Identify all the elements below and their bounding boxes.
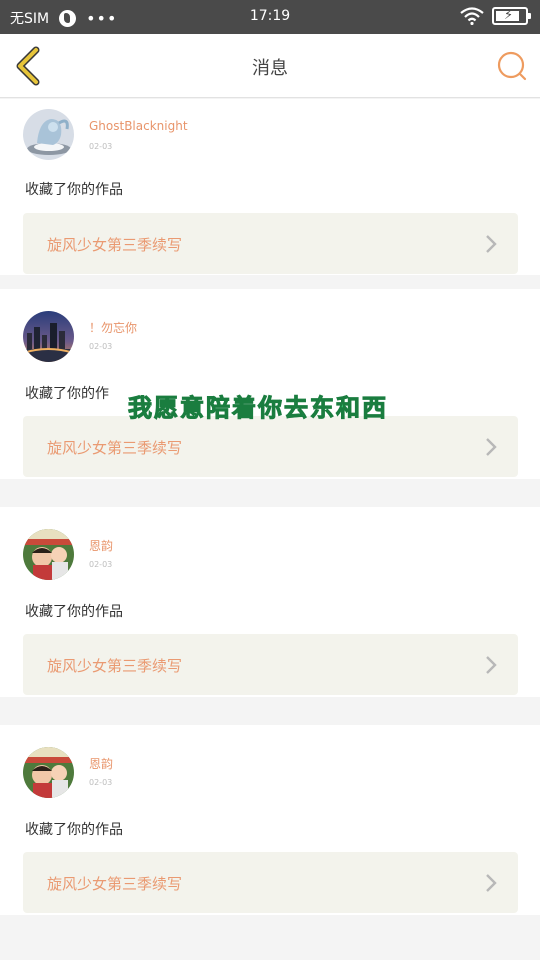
- username[interactable]: ！勿忘你: [89, 319, 137, 336]
- work-link[interactable]: 旋风少女第三季续写: [23, 213, 518, 274]
- work-title: 旋风少女第三季续写: [47, 875, 183, 893]
- search-icon: [497, 51, 527, 81]
- status-left: 无SIM •••: [10, 8, 117, 28]
- action-text: 收藏了你的作品: [25, 604, 123, 620]
- nav-bar: 消息: [0, 34, 540, 98]
- chevron-right-icon: [486, 438, 497, 456]
- chevron-right-icon: [486, 874, 497, 892]
- action-text: 收藏了你的作: [25, 386, 109, 402]
- username[interactable]: GhostBlacknight: [89, 119, 188, 133]
- more-notifications-icon: •••: [86, 8, 118, 28]
- avatar[interactable]: [23, 109, 74, 160]
- message-date: 02-03: [89, 560, 113, 569]
- charging-bolt-icon: ⚡: [504, 8, 514, 23]
- carrier-label: 无SIM: [10, 11, 50, 27]
- message-card: ！勿忘你 02-03 收藏了你的作 旋风少女第三季续写: [0, 289, 540, 479]
- avatar-image: [23, 529, 74, 580]
- message-card: 恩韵 02-03 收藏了你的作品 旋风少女第三季续写: [0, 725, 540, 915]
- action-text: 收藏了你的作品: [25, 182, 123, 198]
- avatar[interactable]: [23, 747, 74, 798]
- avatar[interactable]: [23, 311, 74, 362]
- work-title: 旋风少女第三季续写: [47, 439, 183, 457]
- work-title: 旋风少女第三季续写: [47, 236, 183, 254]
- message-card: 恩韵 02-03 收藏了你的作品 旋风少女第三季续写: [0, 507, 540, 697]
- battery-icon: ⚡: [492, 7, 531, 25]
- action-text: 收藏了你的作品: [25, 822, 123, 838]
- work-link[interactable]: 旋风少女第三季续写: [23, 416, 518, 477]
- work-title: 旋风少女第三季续写: [47, 657, 183, 675]
- work-link[interactable]: 旋风少女第三季续写: [23, 634, 518, 695]
- chevron-left-icon: [16, 46, 40, 86]
- avatar-image: [23, 747, 74, 798]
- username[interactable]: 恩韵: [89, 755, 113, 772]
- status-bar: 无SIM ••• 17:19 ⚡: [0, 0, 540, 34]
- chevron-right-icon: [486, 235, 497, 253]
- message-card: GhostBlacknight 02-03 收藏了你的作品 旋风少女第三季续写: [0, 99, 540, 275]
- work-link[interactable]: 旋风少女第三季续写: [23, 852, 518, 913]
- avatar-image: [23, 311, 74, 362]
- chevron-right-icon: [486, 656, 497, 674]
- status-right: ⚡: [460, 7, 531, 25]
- avatar-image: [23, 109, 74, 160]
- avatar[interactable]: [23, 529, 74, 580]
- message-date: 02-03: [89, 142, 113, 151]
- page-title: 消息: [252, 58, 288, 79]
- message-date: 02-03: [89, 778, 113, 787]
- message-list: GhostBlacknight 02-03 收藏了你的作品 旋风少女第三季续写: [0, 99, 540, 943]
- back-button[interactable]: [12, 46, 48, 86]
- message-date: 02-03: [89, 342, 113, 351]
- search-button[interactable]: [496, 50, 528, 82]
- wifi-icon: [460, 7, 484, 25]
- globe-icon: [59, 9, 77, 27]
- username[interactable]: 恩韵: [89, 537, 113, 554]
